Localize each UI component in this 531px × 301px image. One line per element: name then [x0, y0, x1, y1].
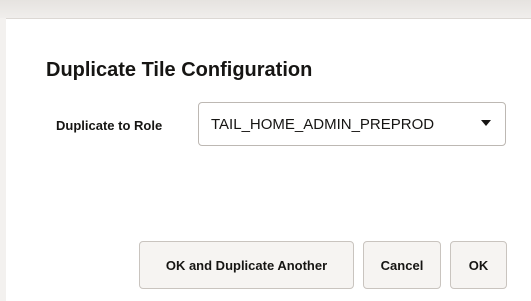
background-header-strip: [0, 0, 531, 19]
duplicate-to-role-select[interactable]: TAIL_HOME_ADMIN_PREPROD: [198, 102, 506, 146]
ok-button[interactable]: OK: [450, 241, 507, 289]
duplicate-to-role-label: Duplicate to Role: [56, 118, 163, 133]
duplicate-tile-dialog: Duplicate Tile Configuration Duplicate t…: [8, 19, 531, 301]
cancel-button[interactable]: Cancel: [363, 241, 441, 289]
duplicate-to-role-value: TAIL_HOME_ADMIN_PREPROD: [211, 116, 435, 133]
ok-and-duplicate-another-button[interactable]: OK and Duplicate Another: [139, 241, 354, 289]
background-left-edge: [0, 18, 6, 301]
dialog-title: Duplicate Tile Configuration: [46, 59, 313, 81]
page: Duplicate Tile Configuration Duplicate t…: [0, 0, 531, 301]
caret-down-icon[interactable]: [479, 116, 493, 130]
